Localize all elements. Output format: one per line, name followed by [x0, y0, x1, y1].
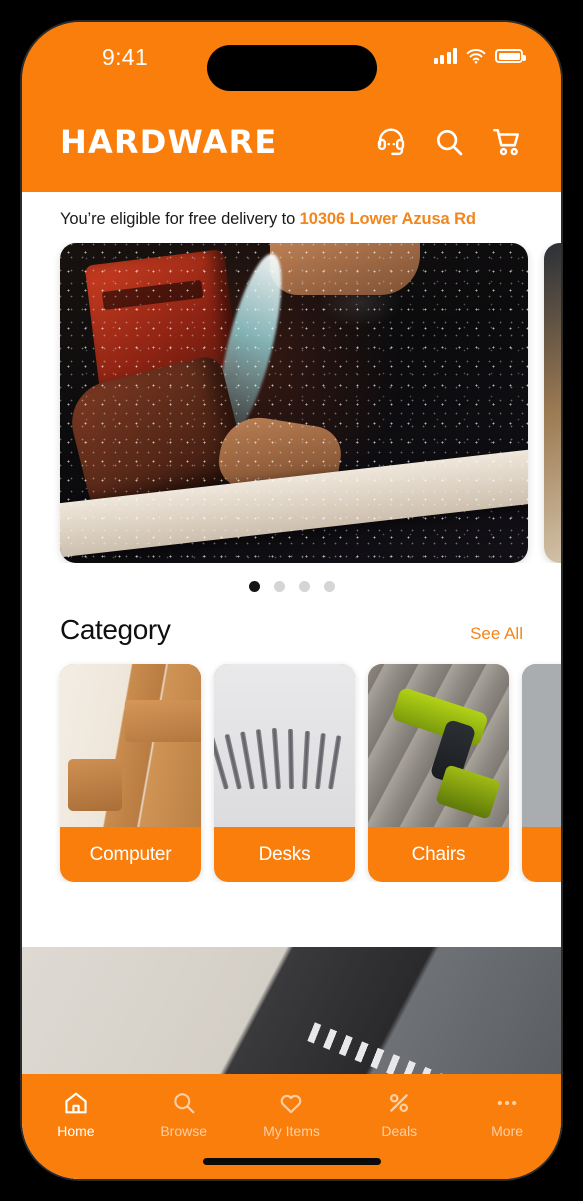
ellipsis-icon: [497, 1100, 517, 1106]
gray-placeholder-image: [522, 664, 561, 827]
header-actions: [375, 126, 523, 158]
carousel-dots: [22, 563, 561, 592]
screws-row-image: [214, 664, 355, 827]
nav-label: Home: [57, 1123, 95, 1139]
signal-bars-icon: [433, 48, 457, 64]
cordless-drill-image: [368, 664, 509, 827]
nav-label: More: [491, 1123, 524, 1139]
category-title: Category: [60, 614, 171, 645]
status-time: 9:41: [102, 44, 148, 70]
delivery-address-link[interactable]: 10306 Lower Azusa Rd: [300, 210, 476, 228]
category-list[interactable]: Computer Desks Chairs: [22, 646, 561, 882]
carousel-dot[interactable]: [298, 581, 310, 592]
nav-item-home[interactable]: Home: [22, 1090, 130, 1139]
category-card-label: Computer: [89, 843, 172, 865]
see-all-link[interactable]: See All: [470, 624, 523, 644]
battery-icon: [495, 49, 526, 63]
support-headset-icon[interactable]: [375, 126, 407, 158]
cart-icon[interactable]: [491, 126, 523, 158]
hero-slide[interactable]: [60, 243, 528, 563]
category-card-desks[interactable]: Desks: [214, 664, 355, 882]
nav-item-my-items[interactable]: My Items: [238, 1090, 346, 1139]
hero-track: [60, 243, 561, 563]
nav-item-more[interactable]: More: [453, 1090, 561, 1139]
percent-icon: [390, 1093, 409, 1113]
home-indicator: [202, 1158, 381, 1165]
delivery-message: You’re eligible for free delivery to: [60, 210, 300, 228]
lumber-stack-image: [60, 664, 201, 827]
nav-item-browse[interactable]: Browse: [130, 1090, 238, 1139]
search-icon: [173, 1093, 195, 1114]
status-bar: 9:41: [22, 22, 561, 92]
carousel-dot[interactable]: [273, 581, 285, 592]
screws-decor: [214, 715, 346, 790]
scroll-content: You’re eligible for free delivery to 103…: [22, 192, 561, 1179]
drill-body-decor: [390, 686, 490, 748]
dynamic-island: [207, 45, 377, 91]
nav-label: My Items: [263, 1123, 320, 1139]
category-card-computer[interactable]: Computer: [60, 664, 201, 882]
category-card-label: [522, 827, 561, 882]
nav-item-deals[interactable]: Deals: [345, 1090, 453, 1139]
search-icon[interactable]: [433, 126, 465, 158]
category-card-next[interactable]: [522, 664, 561, 882]
delivery-banner: You’re eligible for free delivery to 103…: [22, 192, 561, 243]
app-header: HARDWARE: [22, 92, 561, 192]
status-icons: [433, 48, 526, 64]
drill-battery-decor: [435, 764, 501, 820]
category-card-label: Desks: [258, 843, 311, 865]
home-icon: [65, 1092, 87, 1114]
category-card-label: Chairs: [411, 843, 466, 865]
carousel-dot[interactable]: [248, 581, 260, 592]
phone-frame: You’re eligible for free delivery to 103…: [22, 22, 561, 1179]
category-header: Category See All: [22, 592, 561, 646]
category-card-chairs[interactable]: Chairs: [368, 664, 509, 882]
nav-label: Browse: [160, 1123, 208, 1139]
hero-slide[interactable]: [544, 243, 561, 563]
carousel-dot[interactable]: [323, 581, 335, 592]
nav-label: Deals: [381, 1123, 418, 1139]
page-title: HARDWARE: [60, 123, 278, 161]
hero-sawdust-decor: [60, 243, 528, 563]
hero-carousel[interactable]: [22, 243, 561, 563]
heart-icon: [281, 1094, 302, 1114]
wifi-icon: [466, 49, 486, 64]
